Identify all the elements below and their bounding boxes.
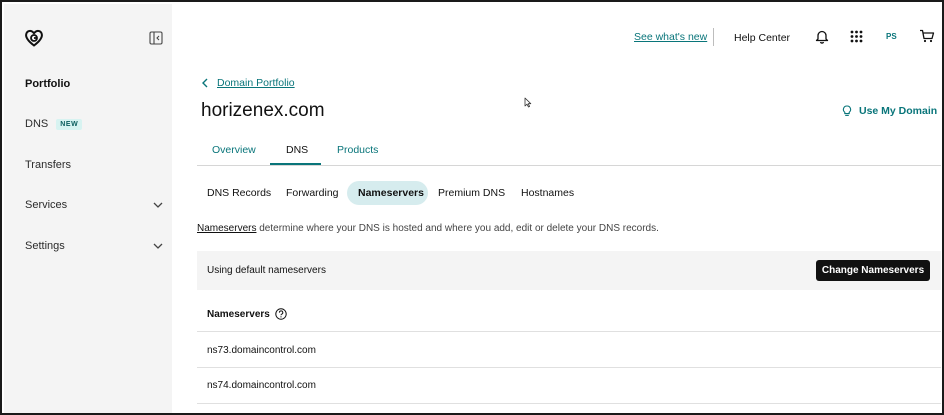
nameservers-header-label: Nameservers [207, 308, 270, 320]
nameserver-status-text: Using default nameservers [207, 265, 326, 276]
collapse-sidebar-icon[interactable] [149, 31, 163, 45]
nameservers-help-link[interactable]: Nameservers [197, 223, 256, 234]
topbar-divider [713, 28, 714, 46]
lightbulb-icon [842, 105, 852, 116]
sidebar-item-settings[interactable]: Settings [25, 240, 165, 252]
app-window: Portfolio DNS NEW Transfers Services Set… [0, 0, 944, 415]
row-divider [197, 367, 941, 368]
nameserver-row: ns73.domaincontrol.com [207, 345, 316, 356]
sidebar-item-dns[interactable]: DNS NEW [25, 118, 165, 130]
breadcrumb-domain-portfolio[interactable]: Domain Portfolio [217, 77, 295, 89]
sidebar-item-label: DNS [25, 118, 49, 130]
nameserver-status-panel: Using default nameservers Change Nameser… [197, 251, 941, 290]
subtab-nameservers[interactable]: Nameservers [358, 187, 424, 199]
row-divider [197, 331, 941, 332]
subtab-dns-records[interactable]: DNS Records [207, 187, 271, 199]
cart-icon[interactable] [919, 29, 935, 43]
nameservers-description: Nameservers determine where your DNS is … [197, 223, 659, 234]
nameservers-header: Nameservers [207, 308, 287, 320]
subtab-hostnames[interactable]: Hostnames [521, 187, 574, 199]
use-my-domain-label: Use My Domain [859, 105, 938, 117]
tab-dns[interactable]: DNS [286, 144, 308, 156]
page-title: horizenex.com [201, 100, 325, 121]
help-center-link[interactable]: Help Center [734, 32, 790, 44]
change-nameservers-button[interactable]: Change Nameservers [816, 260, 930, 281]
subtab-forwarding[interactable]: Forwarding [286, 187, 339, 199]
tab-bar: Overview DNS Products [197, 138, 941, 166]
whats-new-link[interactable]: See what's new [634, 31, 707, 43]
bell-icon[interactable] [815, 29, 829, 44]
description-text: determine where your DNS is hosted and w… [256, 223, 659, 234]
sidebar-item-label: Transfers [25, 159, 72, 171]
new-badge: NEW [56, 118, 83, 130]
godaddy-logo-icon[interactable] [24, 28, 44, 48]
sidebar-item-label: Portfolio [25, 78, 71, 90]
avatar[interactable]: PS [886, 32, 897, 41]
chevron-down-icon [153, 202, 163, 208]
sidebar-item-portfolio[interactable]: Portfolio [25, 78, 165, 90]
sidebar-item-label: Settings [25, 240, 65, 252]
chevron-left-icon[interactable] [201, 78, 209, 88]
use-my-domain-button[interactable]: Use My Domain [842, 105, 937, 117]
sidebar-item-transfers[interactable]: Transfers [25, 159, 165, 171]
breadcrumb: Domain Portfolio [201, 77, 295, 89]
sidebar: Portfolio DNS NEW Transfers Services Set… [4, 4, 172, 413]
help-circle-icon[interactable] [275, 308, 287, 320]
nameserver-row: ns74.domaincontrol.com [207, 380, 316, 391]
row-divider [197, 403, 941, 404]
sidebar-item-label: Services [25, 199, 68, 211]
subtab-premium-dns[interactable]: Premium DNS [438, 187, 505, 199]
apps-grid-icon[interactable] [850, 30, 863, 43]
active-tab-indicator [270, 163, 321, 165]
chevron-down-icon [153, 243, 163, 249]
mouse-cursor-icon [524, 97, 532, 108]
sidebar-item-services[interactable]: Services [25, 199, 165, 211]
tab-overview[interactable]: Overview [212, 144, 256, 156]
tab-products[interactable]: Products [337, 144, 378, 156]
